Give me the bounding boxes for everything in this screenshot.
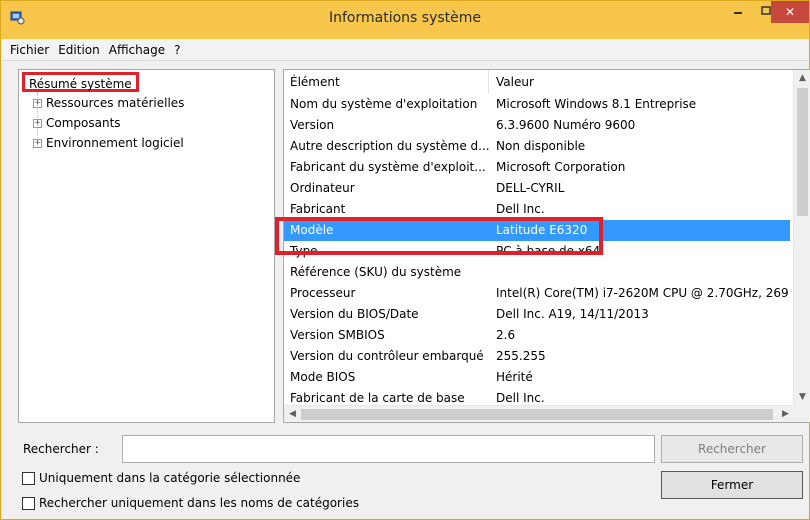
table-row[interactable]: Version du BIOS/Date Dell Inc. A19, 14/11… (284, 304, 790, 325)
category-tree[interactable]: Résumé système + Ressources matérielles … (18, 69, 275, 423)
table-row[interactable]: Version 6.3.9600 Numéro 9600 (284, 115, 790, 136)
table-row[interactable]: Fabricant du système d'exploit... Microso… (284, 157, 790, 178)
cell-value: Non disponible (496, 139, 586, 153)
menu-help[interactable]: ? (174, 43, 180, 57)
search-button[interactable]: Rechercher (661, 435, 803, 463)
cell-element: Version SMBIOS (290, 328, 385, 342)
scroll-down-icon[interactable]: ▼ (794, 389, 810, 406)
column-header-value[interactable]: Valeur (490, 70, 790, 94)
table-row[interactable]: Version SMBIOS 2.6 (284, 325, 790, 346)
scroll-left-icon[interactable]: ◀ (284, 406, 301, 422)
cell-element: Autre description du système d... (290, 139, 490, 153)
cell-value: Dell Inc. A19, 14/11/2013 (496, 307, 649, 321)
table-row[interactable]: Référence (SKU) du système (284, 262, 790, 283)
table-row[interactable]: Autre description du système d... Non dis… (284, 136, 790, 157)
vertical-scroll-thumb[interactable] (797, 88, 808, 216)
cell-element: Ordinateur (290, 181, 355, 195)
cell-value: Intel(R) Core(TM) i7-2620M CPU @ 2.70GHz… (496, 286, 789, 300)
cell-value: Latitude E6320 (496, 223, 588, 237)
cell-element: Version du BIOS/Date (290, 307, 419, 321)
cell-element: Modèle (290, 223, 334, 237)
tree-item-label: Environnement logiciel (46, 136, 184, 150)
cell-value: DELL-CYRIL (496, 181, 565, 195)
table-row[interactable]: Type PC à base de x64 (284, 241, 790, 262)
cell-value: 6.3.9600 Numéro 9600 (496, 118, 636, 132)
column-header-element[interactable]: Élément (284, 70, 489, 94)
list-rows: Nom du système d'exploitation Microsoft W… (284, 94, 790, 409)
checkbox-label: Rechercher uniquement dans les noms de c… (39, 496, 359, 510)
expand-icon[interactable]: + (33, 118, 42, 128)
option-selected-category-only[interactable]: Uniquement dans la catégorie sélectionné… (22, 471, 300, 485)
window-title: Informations système (328, 10, 481, 26)
cell-value: Microsoft Windows 8.1 Entreprise (496, 97, 697, 111)
tree-item-software-environment[interactable]: + Environnement logiciel (33, 134, 184, 152)
cell-element: Mode BIOS (290, 370, 356, 384)
tree-item-label: Composants (46, 116, 121, 130)
table-row[interactable]: Ordinateur DELL-CYRIL (284, 178, 790, 199)
checkbox[interactable] (22, 471, 35, 485)
tree-item-system-summary[interactable]: Résumé système (22, 72, 139, 92)
cell-value: 255.255 (496, 349, 546, 363)
cell-value: PC à base de x64 (496, 244, 601, 258)
tree-item-hardware-resources[interactable]: + Ressources matérielles (33, 94, 184, 112)
horizontal-scrollbar[interactable]: ◀ ▶ (284, 405, 794, 422)
search-input[interactable] (122, 435, 655, 463)
checkbox[interactable] (22, 496, 35, 510)
menu-fichier[interactable]: Fichier (10, 43, 49, 57)
maximize-icon (761, 5, 771, 19)
table-row[interactable]: Nom du système d'exploitation Microsoft W… (284, 94, 790, 115)
vertical-scrollbar[interactable]: ▲ ▼ (793, 70, 810, 406)
horizontal-scroll-thumb[interactable] (301, 409, 773, 420)
option-category-names-only[interactable]: Rechercher uniquement dans les noms de c… (22, 496, 359, 510)
cell-element: Fabricant (290, 202, 346, 216)
details-list[interactable]: Élément Valeur Nom du système d'exploita… (283, 69, 810, 423)
table-row[interactable]: Mode BIOS Hérité (284, 367, 790, 388)
scroll-right-icon[interactable]: ▶ (777, 406, 794, 422)
tree-item-components[interactable]: + Composants (33, 114, 121, 132)
table-row[interactable]: Processeur Intel(R) Core(TM) i7-2620M CPU… (284, 283, 790, 304)
table-row[interactable]: Version du contrôleur embarqué 255.255 (284, 346, 790, 367)
close-button[interactable]: ✕ (771, 1, 809, 23)
cell-element: Version du contrôleur embarqué (290, 349, 484, 363)
table-row-selected[interactable]: Modèle Latitude E6320 (284, 220, 790, 241)
menu-affichage[interactable]: Affichage (109, 43, 165, 57)
scroll-corner (793, 405, 810, 422)
tree-item-label: Ressources matérielles (46, 96, 185, 110)
minimize-button[interactable] (724, 1, 752, 23)
cell-value: 2.6 (496, 328, 516, 342)
menu-edition[interactable]: Edition (58, 43, 100, 57)
cell-value: Dell Inc. (496, 202, 545, 216)
expand-icon[interactable]: + (33, 98, 42, 108)
expand-icon[interactable]: + (33, 138, 42, 148)
scroll-up-icon[interactable]: ▲ (794, 70, 810, 87)
cell-element: Processeur (290, 286, 356, 300)
cell-element: Version (290, 118, 335, 132)
search-label: Rechercher : (23, 442, 99, 456)
cell-element: Référence (SKU) du système (290, 265, 462, 279)
cell-value: Microsoft Corporation (496, 160, 626, 174)
close-icon: ✕ (784, 5, 796, 19)
cell-element: Fabricant du système d'exploit... (290, 160, 486, 174)
cell-element: Type (290, 244, 318, 258)
system-information-window: Informations système ✕ Fichier Edition A… (0, 0, 810, 520)
cell-element: Nom du système d'exploitation (290, 97, 478, 111)
cell-value: Hérité (496, 370, 533, 384)
menu-bar: Fichier Edition Affichage ? (2, 40, 808, 61)
checkbox-label: Uniquement dans la catégorie sélectionné… (39, 471, 301, 485)
table-row[interactable]: Fabricant Dell Inc. (284, 199, 790, 220)
close-dialog-button[interactable]: Fermer (661, 471, 803, 499)
title-bar[interactable]: Informations système ✕ (1, 1, 809, 39)
minimize-icon (733, 5, 743, 19)
